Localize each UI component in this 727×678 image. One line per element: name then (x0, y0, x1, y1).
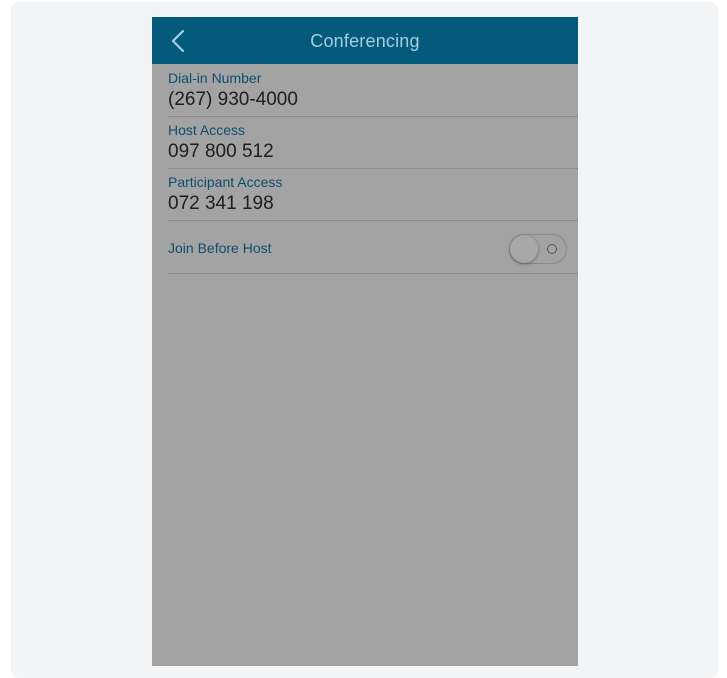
page-title: Conferencing (310, 31, 420, 51)
toggle-off-indicator-icon (547, 244, 557, 254)
host-access-row[interactable]: Host Access 097 800 512 (168, 116, 578, 169)
join-before-host-label: Join Before Host (168, 240, 272, 256)
dial-in-number-label: Dial-in Number (168, 70, 262, 86)
join-before-host-toggle[interactable] (509, 234, 567, 264)
dial-in-number-value: (267) 930-4000 (168, 89, 298, 110)
host-access-label: Host Access (168, 122, 246, 138)
participant-access-value: 072 341 198 (168, 193, 274, 214)
join-before-host-row: Join Before Host (168, 220, 578, 274)
toggle-knob (510, 235, 538, 263)
navigation-bar: Conferencing (152, 17, 578, 64)
dial-in-number-row[interactable]: Dial-in Number (267) 930-4000 (168, 64, 578, 117)
participant-access-label: Participant Access (168, 174, 283, 190)
conferencing-screen: Conferencing Dial-in Number (267) 930-40… (152, 17, 578, 666)
host-access-value: 097 800 512 (168, 141, 274, 162)
participant-access-row[interactable]: Participant Access 072 341 198 (168, 168, 578, 221)
